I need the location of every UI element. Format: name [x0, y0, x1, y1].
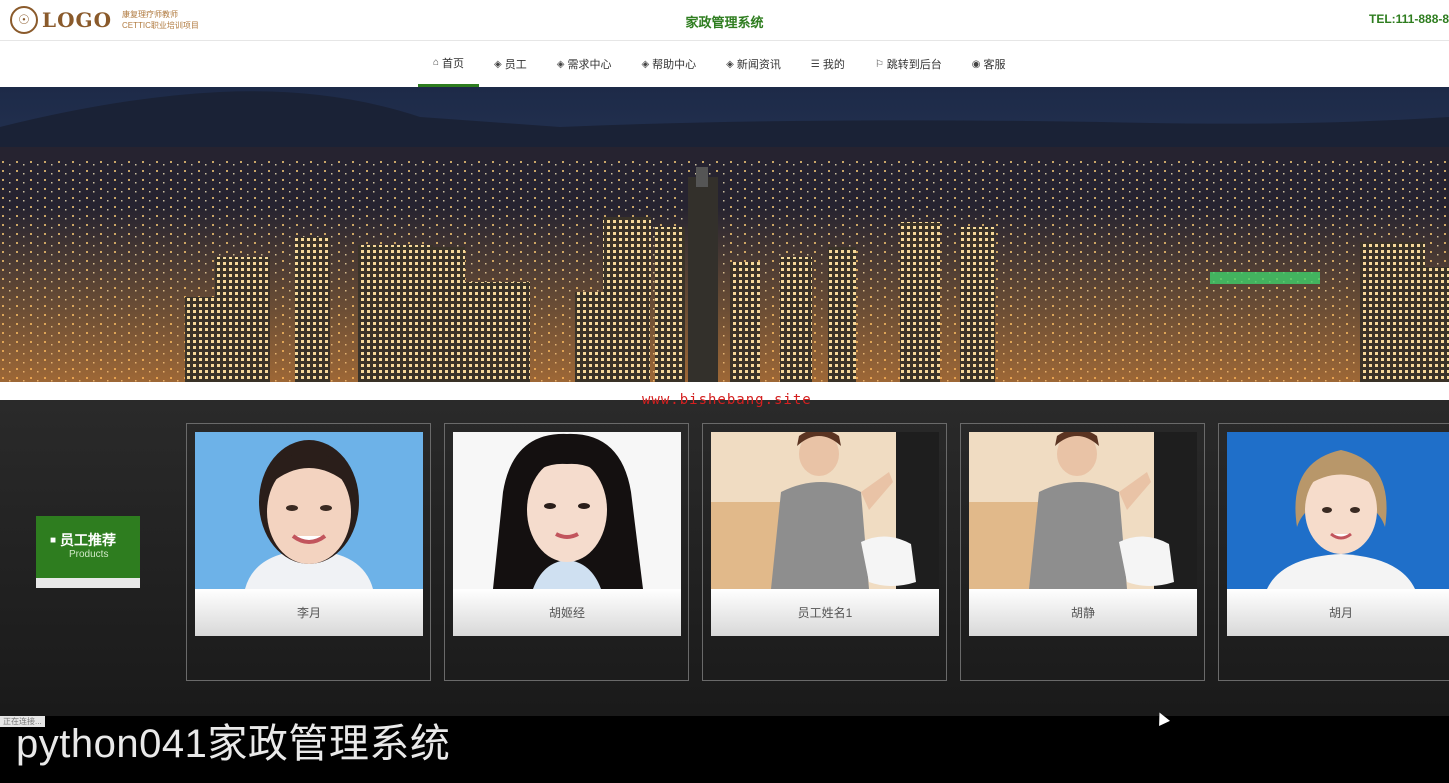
section-subtitle: Products	[69, 549, 109, 560]
logo-subtitle-line2: CETTIC职业培训项目	[122, 21, 199, 30]
employee-name[interactable]: 胡月	[1227, 589, 1449, 636]
list-icon: ☰	[810, 58, 820, 70]
nav-item-home[interactable]: ⌂ 首页	[418, 41, 480, 87]
stack-icon: ◈	[726, 58, 734, 70]
nav-item-help-center[interactable]: ◈ 帮助中心	[626, 41, 711, 87]
logo-text: LOGO	[42, 8, 112, 32]
stack-icon: ◈	[556, 58, 565, 70]
nav-label: 客服	[983, 59, 1006, 71]
chat-icon: ◉	[971, 58, 981, 70]
employee-name[interactable]: 员工姓名1	[711, 589, 939, 636]
section-badge: ■ 员工推荐 Products	[36, 516, 140, 588]
nav-item-mine[interactable]: ☰ 我的	[796, 41, 860, 87]
nav-label: 我的	[822, 59, 845, 71]
flag-icon: ⚐	[874, 58, 884, 70]
logo-emblem-icon: ☉	[10, 6, 38, 34]
logo-subtitle-line1: 康复理疗师教师	[122, 10, 178, 19]
employee-card[interactable]: 李月	[186, 423, 431, 681]
employee-card[interactable]: 胡姬经	[444, 423, 689, 681]
top-header: ☉ LOGO 康复理疗师教师 CETTIC职业培训项目 家政管理系统 TEL:1…	[0, 0, 1449, 41]
home-icon: ⌂	[433, 57, 440, 68]
employee-name[interactable]: 李月	[195, 589, 423, 636]
nav-item-admin[interactable]: ⚐ 跳转到后台	[860, 41, 957, 87]
nav-label: 员工	[504, 59, 527, 71]
employee-photo[interactable]	[969, 432, 1197, 589]
nav-item-service[interactable]: ◉ 客服	[957, 41, 1021, 87]
employee-card[interactable]: 胡静	[960, 423, 1205, 681]
nav-item-staff[interactable]: ◈ 员工	[479, 41, 542, 87]
main-nav: ⌂ 首页 ◈ 员工 ◈ 需求中心 ◈ 帮助中心 ◈ 新闻资讯 ☰ 我的 ⚐ 跳转到后台 ◉ 客服	[0, 41, 1449, 87]
employee-photo[interactable]	[711, 432, 939, 589]
stack-icon: ◈	[494, 58, 502, 70]
employee-card[interactable]: 员工姓名1	[702, 423, 947, 681]
square-icon: ■	[50, 534, 57, 546]
nav-list: ⌂ 首页 ◈ 员工 ◈ 需求中心 ◈ 帮助中心 ◈ 新闻资讯 ☰ 我的 ⚐ 跳转到后台 ◉ 客服	[418, 41, 1021, 87]
nav-item-news[interactable]: ◈ 新闻资讯	[711, 41, 796, 87]
site-title: 家政管理系统	[685, 15, 764, 30]
section-title: ■ 员工推荐	[50, 530, 116, 550]
nav-label: 首页	[442, 57, 465, 70]
logo[interactable]: ☉ LOGO 康复理疗师教师 CETTIC职业培训项目	[10, 6, 199, 34]
employee-photo[interactable]	[1227, 432, 1449, 589]
employee-name[interactable]: 胡姬经	[453, 589, 681, 636]
nav-label: 需求中心	[567, 59, 612, 71]
logo-subtitle: 康复理疗师教师 CETTIC职业培训项目	[122, 9, 199, 31]
nav-label: 跳转到后台	[886, 59, 942, 71]
employee-card[interactable]: 胡月	[1218, 423, 1449, 681]
section-title-text: 员工推荐	[60, 532, 117, 548]
employee-photo[interactable]	[453, 432, 681, 589]
video-caption: python041家政管理系统	[16, 722, 451, 766]
nav-label: 新闻资讯	[736, 59, 781, 71]
watermark-text: www.bishebang.site	[642, 392, 812, 408]
nav-item-demand-center[interactable]: ◈ 需求中心	[542, 41, 627, 87]
nav-label: 帮助中心	[652, 59, 697, 71]
phone-number: TEL:111-888-8	[1369, 12, 1449, 26]
city-banner-image	[0, 87, 1449, 382]
employee-name[interactable]: 胡静	[969, 589, 1197, 636]
employee-photo[interactable]	[195, 432, 423, 589]
stack-icon: ◈	[641, 58, 650, 70]
